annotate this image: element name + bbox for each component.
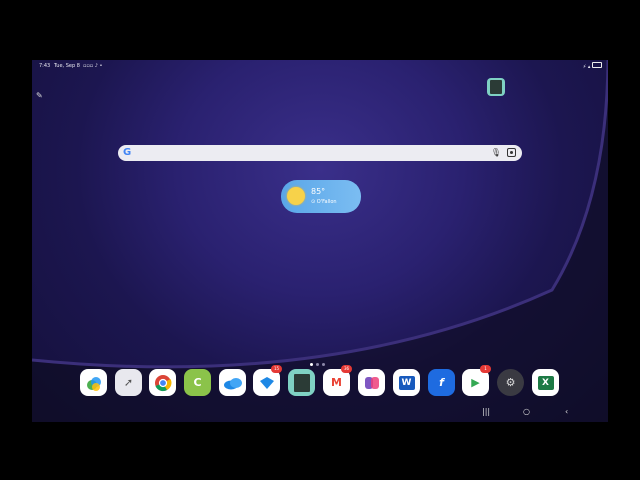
back-button[interactable]: ‹ bbox=[565, 407, 568, 416]
copilot-app-icon[interactable] bbox=[358, 369, 385, 396]
recents-button[interactable]: ||| bbox=[482, 407, 490, 416]
status-date: Tue, Sep 8 bbox=[54, 63, 80, 69]
play-store-app-icon[interactable]: ▶ 1 bbox=[462, 365, 491, 396]
gmail-app-icon[interactable]: M 36 bbox=[323, 365, 352, 396]
google-search-bar[interactable]: G 🎙 bbox=[118, 145, 522, 161]
app-dock: ➚ C 15 M 36 W f ▶ 1 ⚙ X bbox=[32, 362, 608, 402]
notification-badge: 1 bbox=[480, 365, 491, 373]
status-time: 7:43 bbox=[39, 63, 51, 69]
compass-app-icon[interactable]: ➚ bbox=[115, 369, 142, 396]
weather-temperature: 85° bbox=[311, 187, 326, 196]
comet-app-icon[interactable]: C bbox=[184, 369, 211, 396]
weather-location: ⊙ O'Fallon bbox=[311, 199, 337, 205]
battery-icon bbox=[592, 62, 602, 68]
system-icons: ⚡ ▴ bbox=[583, 62, 602, 70]
navigation-bar: ||| ○ ‹ bbox=[32, 402, 608, 422]
microphone-icon[interactable]: 🎙 bbox=[491, 148, 501, 157]
word-app-icon[interactable]: W bbox=[393, 369, 420, 396]
gear-app-icon[interactable]: ⚙ bbox=[497, 369, 524, 396]
sun-icon bbox=[287, 187, 305, 205]
weather-location-name: O'Fallon bbox=[316, 199, 337, 205]
play-glyph: ▶ bbox=[471, 376, 480, 389]
google-logo-icon: G bbox=[123, 147, 132, 158]
task-app-icon[interactable]: 15 bbox=[253, 365, 282, 396]
notification-badge: 36 bbox=[341, 365, 352, 373]
f-app-icon[interactable]: f bbox=[428, 369, 455, 396]
weather-widget[interactable]: 85° ⊙ O'Fallon bbox=[281, 180, 361, 213]
calendar-app-icon[interactable] bbox=[288, 369, 315, 396]
cloud-app-icon[interactable] bbox=[219, 369, 246, 396]
notification-badge: 15 bbox=[271, 365, 282, 373]
chrome-app-icon[interactable] bbox=[149, 369, 176, 396]
edit-pencil-icon[interactable]: ✎ bbox=[36, 91, 45, 100]
status-bar: 7:43 Tue, Sep 8 ▫▫▫ ♪ • ⚡ ▴ bbox=[32, 60, 608, 72]
notification-icons: ▫▫▫ ♪ • bbox=[83, 63, 103, 69]
photos-app-icon[interactable] bbox=[80, 369, 107, 396]
calendar-widget-icon[interactable] bbox=[487, 78, 505, 96]
lens-icon[interactable] bbox=[507, 148, 516, 157]
excel-app-icon[interactable]: X bbox=[532, 369, 559, 396]
home-button[interactable]: ○ bbox=[523, 407, 530, 416]
home-screen: 7:43 Tue, Sep 8 ▫▫▫ ♪ • ⚡ ▴ ✎ G 🎙 85° ⊙ … bbox=[32, 60, 608, 422]
gmail-glyph: M bbox=[331, 376, 342, 389]
